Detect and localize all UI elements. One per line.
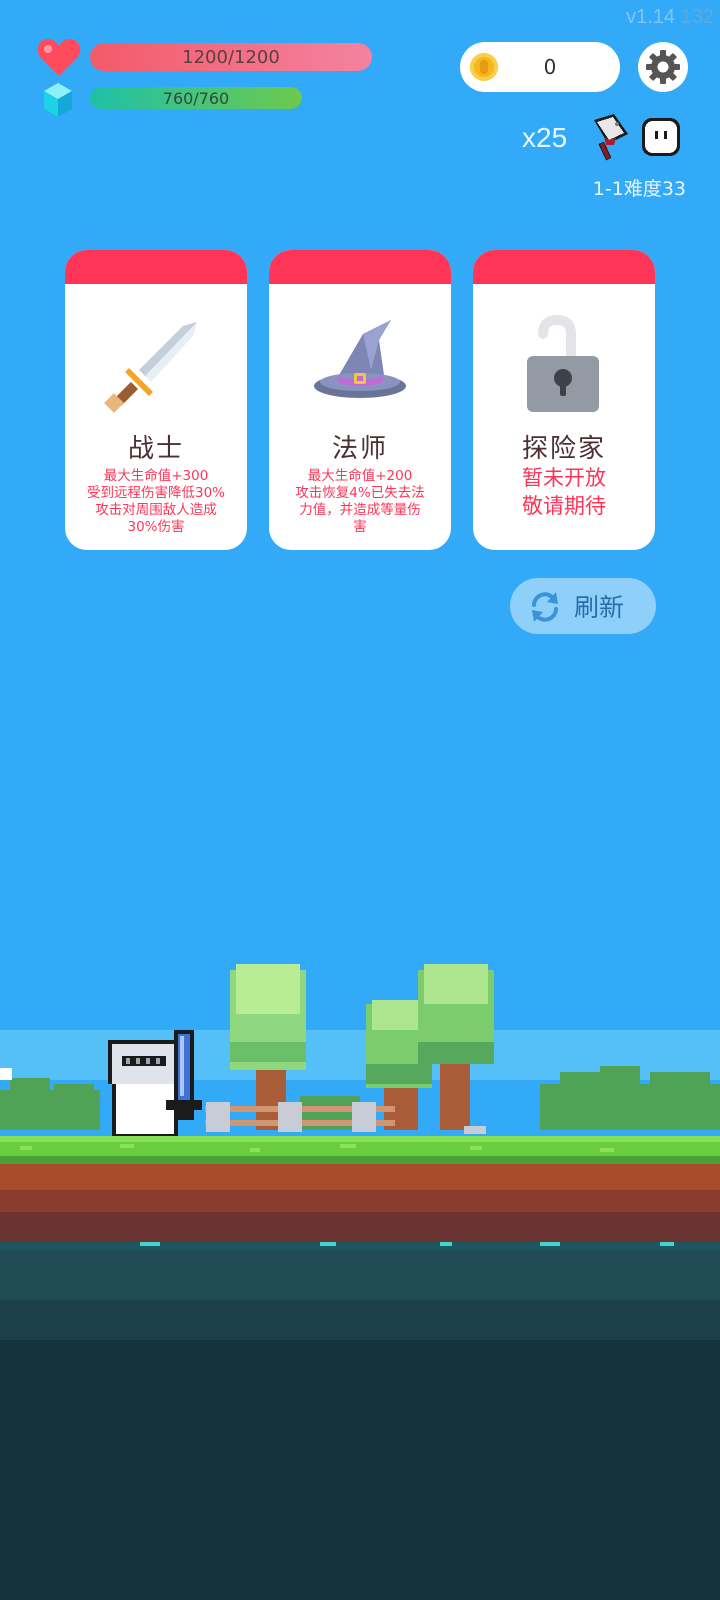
- padlock-icon: [527, 314, 599, 412]
- cloud-edge: [0, 1068, 12, 1080]
- water-upper: [0, 1250, 720, 1300]
- deep-water: [0, 1340, 720, 1600]
- version-label: v1.14 132: [626, 6, 714, 28]
- dirt: [0, 1164, 720, 1190]
- game-scene: [0, 964, 720, 1600]
- refresh-label: 刷新: [574, 593, 625, 622]
- refresh-button[interactable]: 刷新: [510, 578, 656, 634]
- ghost-icon: [642, 118, 680, 156]
- heart-icon: [37, 38, 81, 76]
- gear-icon: [646, 50, 680, 84]
- refresh-icon: [532, 592, 558, 622]
- stage-difficulty: 1-1难度33: [592, 178, 686, 200]
- class-card-mage[interactable]: 法师 最大生命值+200 攻击恢复4%已失去法 力值，并造成等量伤 害: [269, 250, 451, 550]
- mana-gem-icon: [44, 83, 72, 117]
- class-card-explorer[interactable]: 探险家 暂未开放 敬请期待: [473, 250, 655, 550]
- coin-value: 0: [543, 55, 557, 79]
- fence: [205, 1102, 395, 1132]
- card-title: 战士: [127, 434, 184, 464]
- hp-bar: 1200/1200: [90, 43, 372, 71]
- wizard-hat-icon: [314, 320, 406, 398]
- cleaver-icon: [594, 114, 628, 161]
- mp-bar: 760/760: [90, 87, 302, 109]
- card-title: 法师: [331, 434, 388, 464]
- card-header: [473, 250, 655, 284]
- card-description: 最大生命值+300 受到远程伤害降低30% 攻击对周围敌人造成 30%伤害: [86, 468, 225, 535]
- tree-right: [418, 964, 494, 1130]
- hp-text: 1200/1200: [182, 46, 280, 68]
- settings-button[interactable]: [638, 42, 688, 92]
- card-description: 最大生命值+200 攻击恢复4%已失去法 力值，并造成等量伤 害: [295, 468, 425, 535]
- rock: [464, 1126, 486, 1134]
- mp-text: 760/760: [162, 88, 230, 108]
- kill-count: x25: [522, 122, 568, 153]
- card-title: 探险家: [521, 434, 606, 464]
- class-card-warrior[interactable]: 战士 最大生命值+300 受到远程伤害降低30% 攻击对周围敌人造成 30%伤害: [65, 250, 247, 550]
- sword-icon: [104, 322, 197, 413]
- card-header: [269, 250, 451, 284]
- card-description: 暂未开放 敬请期待: [522, 466, 606, 518]
- card-header: [65, 250, 247, 284]
- coin-icon: [470, 53, 498, 81]
- coin-counter[interactable]: 0: [460, 42, 620, 92]
- knight-player: [108, 1030, 202, 1144]
